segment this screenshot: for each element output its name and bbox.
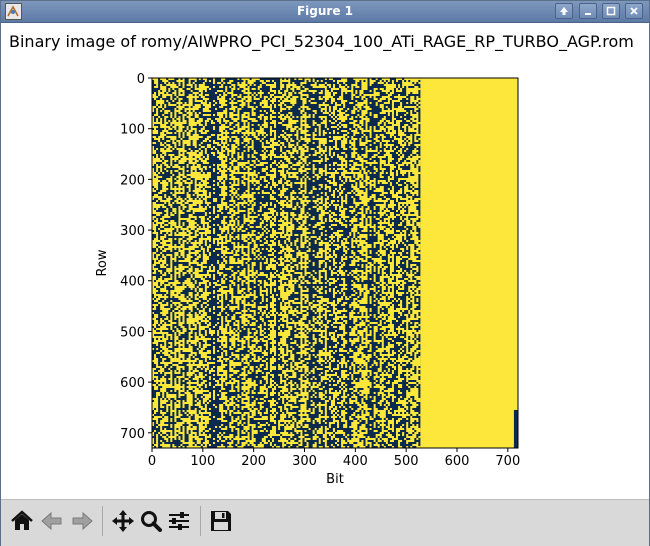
y-tick-label: 100 (120, 123, 145, 138)
zoom-icon (141, 511, 162, 532)
y-tick-label: 500 (120, 325, 145, 340)
x-axis-label: Bit (326, 472, 344, 487)
x-tick-label: 500 (394, 454, 419, 469)
pan-button[interactable] (110, 508, 136, 534)
x-tick-label: 400 (343, 454, 368, 469)
minimize-button[interactable] (579, 3, 597, 19)
binary-image-plot[interactable]: 0 100 200 300 400 500 600 700010020030040050060… (1, 23, 649, 499)
y-tick-label: 0 (137, 72, 145, 87)
y-tick-label: 400 (120, 275, 145, 290)
maximize-icon (606, 6, 616, 16)
move-icon (112, 510, 134, 532)
x-tick-label: 0 (148, 454, 156, 469)
home-button[interactable] (9, 508, 35, 534)
figure-title: Binary image of romy/AIWPRO_PCI_52304_10… (9, 32, 634, 51)
x-tick-label: 600 (445, 454, 470, 469)
y-tick-label: 700 (120, 427, 145, 442)
forward-arrow-icon (72, 511, 93, 531)
forward-button[interactable] (69, 508, 95, 534)
save-button[interactable] (208, 508, 234, 534)
x-tick-label: 200 (241, 454, 266, 469)
y-axis-label: Row (95, 249, 110, 276)
close-button[interactable] (625, 3, 643, 19)
arrow-up-icon (560, 7, 568, 15)
sliders-icon (169, 512, 189, 530)
navigation-toolbar (1, 499, 649, 546)
figure-canvas[interactable]: 0 100 200 300 400 500 600 700 0 100 200 300 400 500 60… (1, 23, 649, 499)
all-ones-region (420, 78, 518, 448)
window-title: Figure 1 (296, 4, 354, 18)
home-icon (11, 510, 33, 530)
save-icon (211, 511, 231, 531)
x-tick-label: 300 (292, 454, 317, 469)
close-icon (630, 7, 638, 15)
back-button[interactable] (39, 508, 65, 534)
zoom-button[interactable] (138, 508, 164, 534)
toolbar-separator (102, 506, 103, 536)
toolbar-separator (200, 506, 201, 536)
x-tick-label: 100 (190, 454, 215, 469)
window-up-button[interactable] (555, 3, 573, 19)
zeros-corner-region (513, 409, 518, 448)
minimize-icon (585, 13, 591, 15)
title-bar[interactable]: Figure 1 (1, 1, 649, 23)
figure-window: Figure 1 0 100 200 300 400 500 600 700 0 100 200 30… (0, 0, 650, 546)
configure-subplots-button[interactable] (166, 508, 192, 534)
x-tick-label: 700 (495, 454, 520, 469)
back-arrow-icon (41, 511, 62, 531)
y-tick-label: 300 (120, 224, 145, 239)
y-tick-label: 600 (120, 376, 145, 391)
maximize-button[interactable] (602, 3, 620, 19)
y-tick-label: 200 (120, 173, 145, 188)
